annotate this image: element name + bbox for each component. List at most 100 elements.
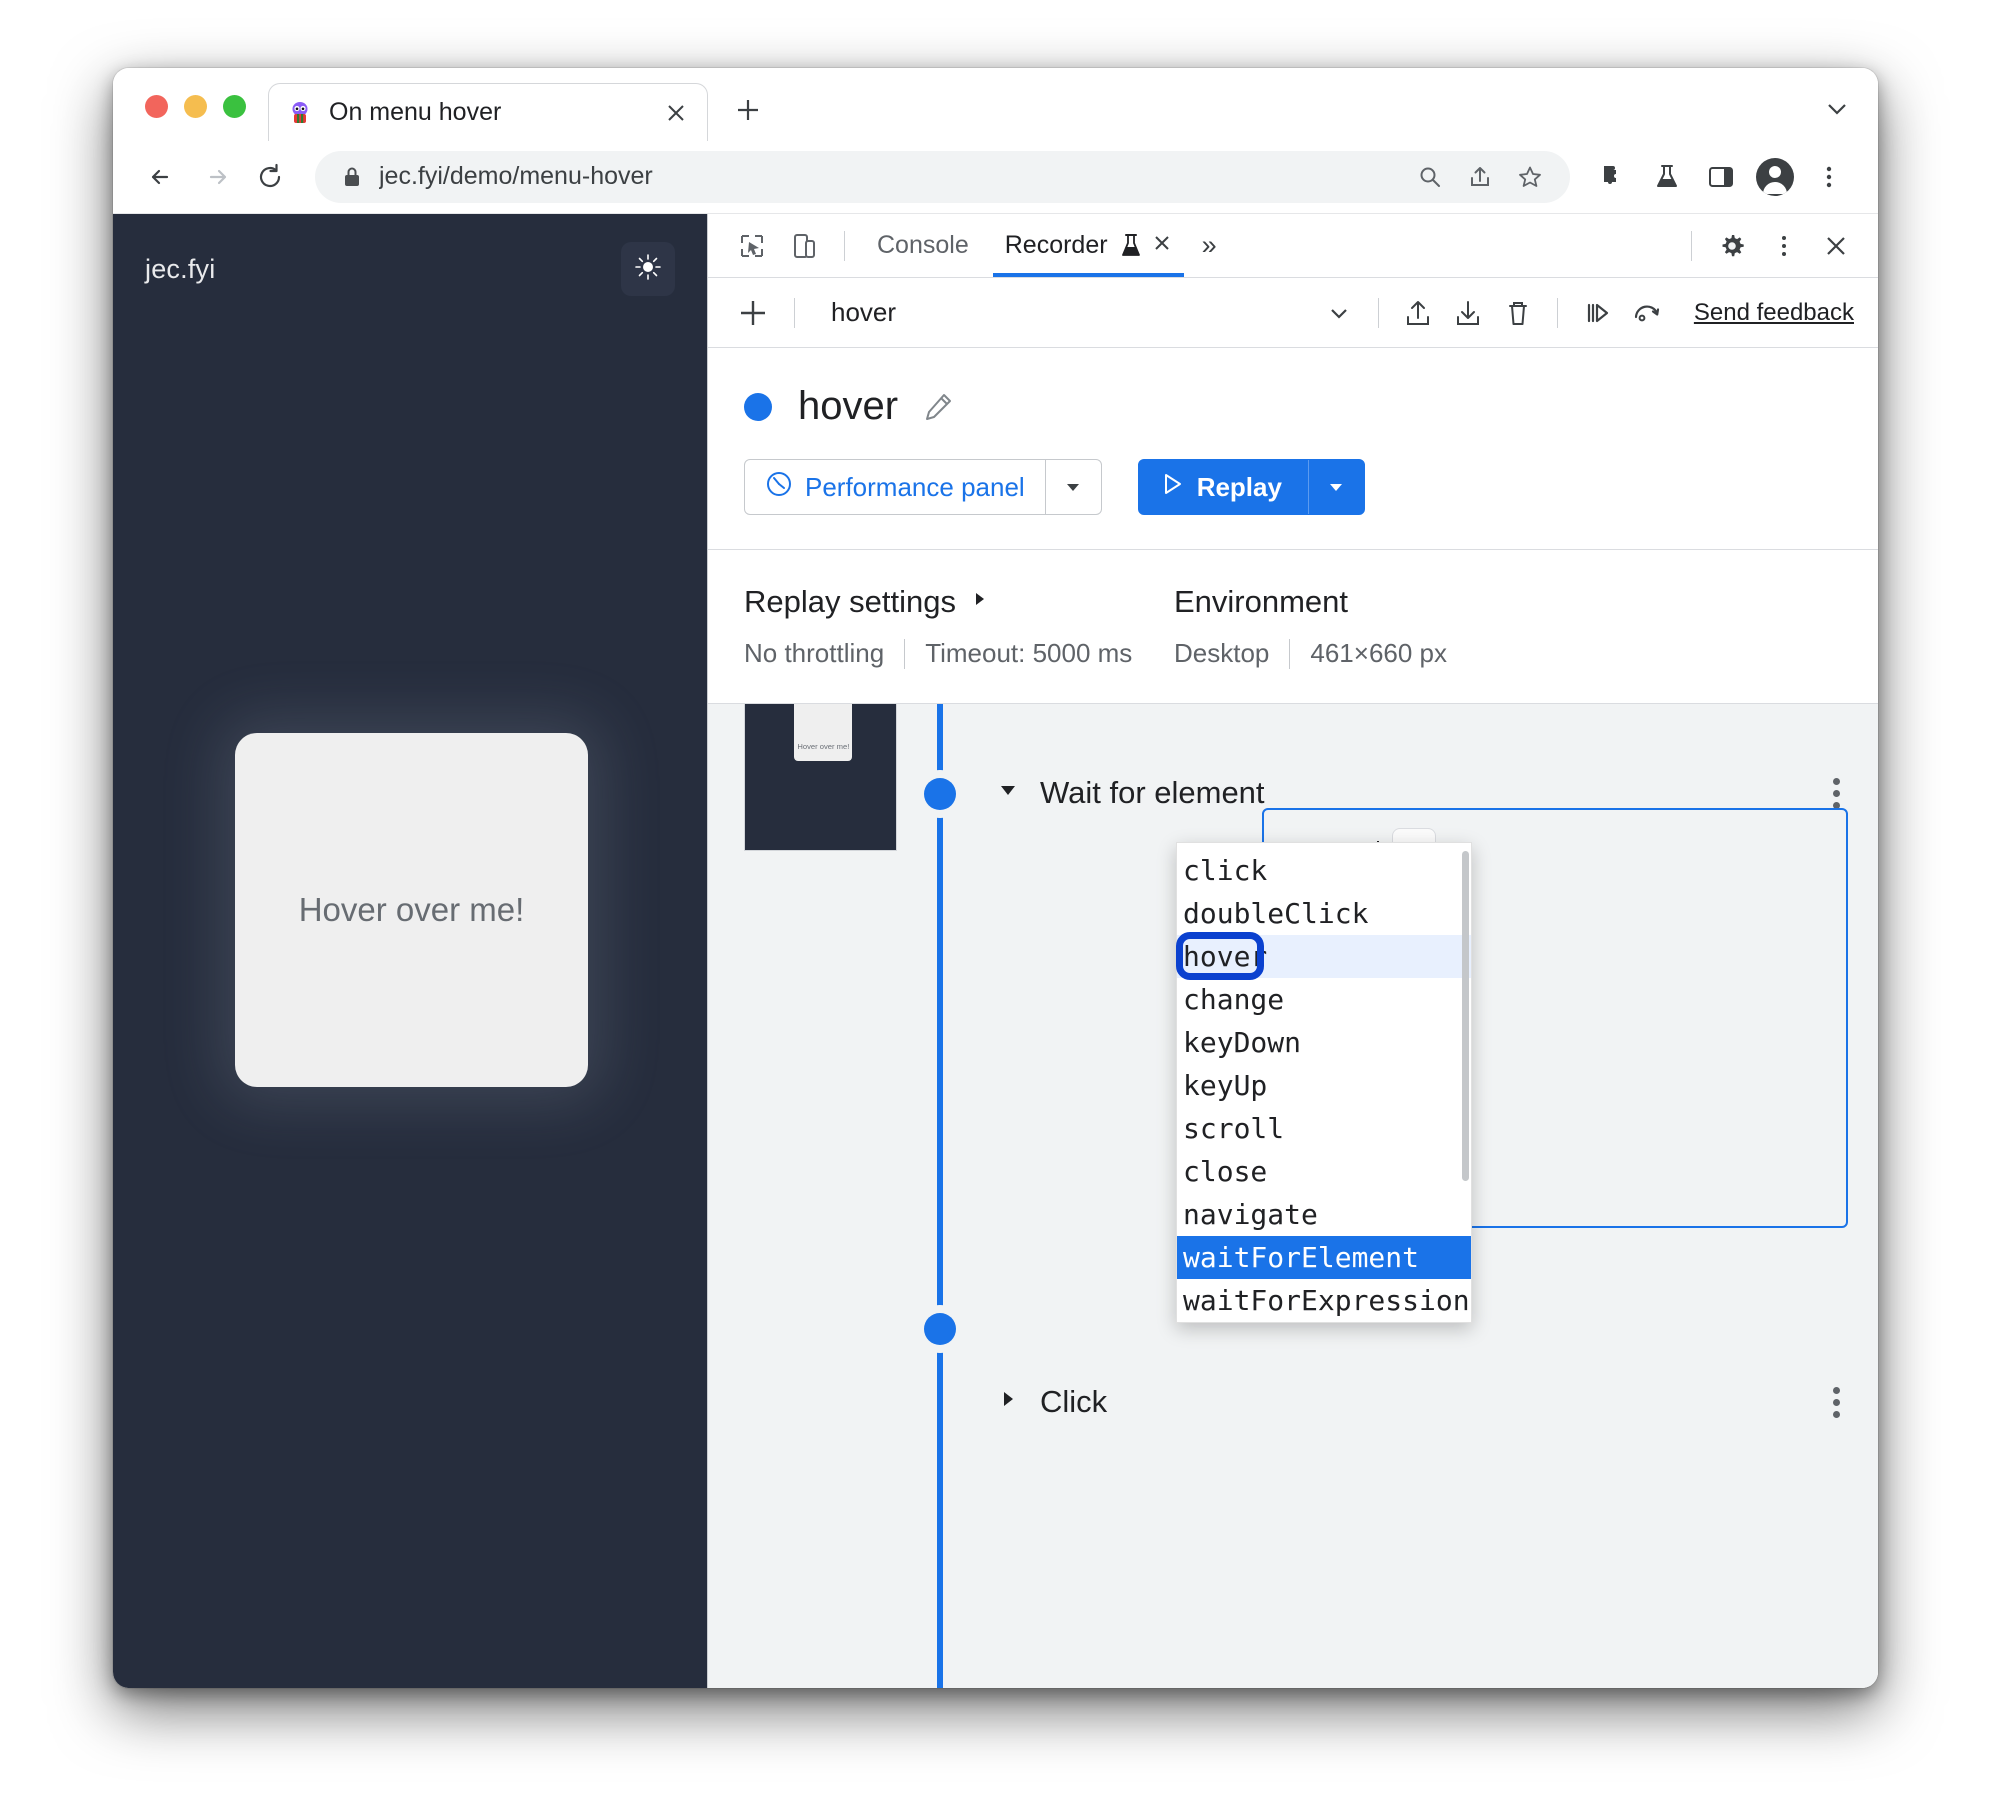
new-tab-button[interactable] <box>726 88 770 132</box>
step-node-wait-for-element[interactable] <box>924 778 956 810</box>
replay-main[interactable]: Replay <box>1139 460 1308 514</box>
export-download-icon[interactable] <box>1443 288 1493 338</box>
extensions-puzzle-icon[interactable] <box>1588 152 1638 202</box>
play-triangle-icon <box>1159 471 1185 504</box>
caret-down-icon[interactable] <box>998 780 1018 806</box>
chevron-down-icon[interactable] <box>1307 460 1364 514</box>
search-zoom-icon[interactable] <box>1408 155 1452 199</box>
tab-console-label: Console <box>877 231 969 259</box>
maximize-window-button[interactable] <box>223 95 246 118</box>
performance-panel-label: Performance panel <box>805 471 1025 502</box>
close-devtools-icon[interactable] <box>1810 220 1862 272</box>
thumbnail-card: Hover over me! <box>794 704 852 761</box>
arrow-right-icon[interactable] <box>189 150 243 204</box>
replay-settings-header[interactable]: Replay settings <box>744 584 1174 620</box>
performance-panel-main[interactable]: Performance panel <box>745 460 1045 514</box>
tab-strip: On menu hover <box>113 68 1878 141</box>
autocomplete-option-scroll[interactable]: scroll <box>1177 1107 1471 1150</box>
chevron-down-icon[interactable] <box>1822 94 1852 124</box>
performance-panel-button[interactable]: Performance panel <box>744 459 1102 515</box>
pencil-edit-icon[interactable] <box>922 391 954 423</box>
plus-icon[interactable] <box>726 286 780 340</box>
device-toolbar-icon[interactable] <box>778 220 830 272</box>
theme-toggle-button[interactable] <box>621 242 675 296</box>
throttling-value: No throttling <box>744 638 885 668</box>
inspect-cursor-icon[interactable] <box>726 220 778 272</box>
divider <box>1691 230 1692 261</box>
replay-button[interactable]: Replay <box>1137 459 1365 515</box>
close-icon[interactable] <box>1152 231 1172 260</box>
three-dot-menu-icon[interactable] <box>1758 220 1810 272</box>
performance-gauge-icon <box>765 470 793 505</box>
autocomplete-option-keydown[interactable]: keyDown <box>1177 1021 1471 1064</box>
arrow-left-icon[interactable] <box>135 150 189 204</box>
trash-icon[interactable] <box>1493 288 1543 338</box>
autocomplete-option-waitforexpression[interactable]: waitForExpression <box>1177 1279 1471 1322</box>
three-dot-menu-icon[interactable] <box>1804 152 1854 202</box>
chevron-down-icon[interactable] <box>1314 288 1364 338</box>
autocomplete-option-doubleclick[interactable]: doubleClick <box>1177 892 1471 935</box>
recording-title-row: hover <box>744 384 1878 429</box>
page-header: jec.fyi <box>113 214 707 296</box>
replay-slow-icon[interactable] <box>1622 288 1672 338</box>
browser-viewport: jec.fyi Hover over me! Console Recorder … <box>113 214 1878 1688</box>
recording-actions: Performance panel Replay <box>744 459 1878 515</box>
tab-recorder[interactable]: Recorder <box>987 215 1190 277</box>
recording-title: hover <box>798 384 899 428</box>
hover-target-card[interactable]: Hover over me! <box>235 733 588 1087</box>
recording-selector-label[interactable]: hover <box>831 297 896 328</box>
minimize-window-button[interactable] <box>184 95 207 118</box>
tab-title: On menu hover <box>329 98 502 126</box>
site-brand: jec.fyi <box>145 253 216 284</box>
close-icon[interactable] <box>661 98 691 128</box>
autocomplete-option-waitforelement[interactable]: waitForElement <box>1177 1236 1471 1279</box>
steps-timeline <box>937 704 943 1688</box>
address-bar[interactable]: jec.fyi/demo/menu-hover <box>315 150 1570 203</box>
screenshot-root: On menu hover jec.fyi/demo/menu-hover je… <box>0 0 1990 1816</box>
type-autocomplete-menu[interactable]: click doubleClick hover change keyDown k… <box>1176 842 1472 1323</box>
autocomplete-scrollbar[interactable] <box>1462 851 1469 1181</box>
step-node-click[interactable] <box>924 1313 956 1345</box>
browser-tab[interactable]: On menu hover <box>268 83 708 141</box>
puppeteer-favicon-icon <box>287 100 313 126</box>
environment-section: Environment Desktop 461×660 px <box>1174 584 1447 669</box>
autocomplete-option-keyup[interactable]: keyUp <box>1177 1064 1471 1107</box>
autocomplete-option-navigate[interactable]: navigate <box>1177 1193 1471 1236</box>
caret-right-icon[interactable] <box>998 1389 1018 1415</box>
divider <box>794 297 795 328</box>
hover-card-label: Hover over me! <box>298 891 525 928</box>
tab-console[interactable]: Console <box>859 215 987 277</box>
step-screenshot-thumbnail[interactable]: Hover over me! <box>744 704 897 851</box>
recording-header: hover Performance panel Replay <box>708 348 1878 550</box>
replay-step-icon[interactable] <box>1572 288 1622 338</box>
browser-toolbar: jec.fyi/demo/menu-hover <box>113 140 1878 214</box>
step-row[interactable]: Click <box>970 1365 1878 1439</box>
more-tabs-button[interactable]: » <box>1190 230 1229 261</box>
close-window-button[interactable] <box>145 95 168 118</box>
divider <box>844 230 845 261</box>
reload-icon[interactable] <box>243 150 297 204</box>
labs-flask-icon[interactable] <box>1642 152 1692 202</box>
recording-status-dot <box>744 392 772 421</box>
gear-icon[interactable] <box>1706 220 1758 272</box>
environment-title: Environment <box>1174 584 1349 619</box>
browser-window: On menu hover jec.fyi/demo/menu-hover je… <box>113 68 1878 1688</box>
autocomplete-option-hover[interactable]: hover <box>1177 935 1471 978</box>
import-upload-icon[interactable] <box>1393 288 1443 338</box>
three-dot-menu-icon[interactable] <box>1825 1381 1848 1424</box>
screenshot-column: Hover over me! <box>708 704 934 1688</box>
share-icon[interactable] <box>1458 155 1502 199</box>
web-page-content: jec.fyi Hover over me! <box>113 214 708 1688</box>
avatar <box>1756 157 1794 196</box>
autocomplete-option-click[interactable]: click <box>1177 849 1471 892</box>
side-panel-icon[interactable] <box>1696 152 1746 202</box>
address-bar-url: jec.fyi/demo/menu-hover <box>379 162 653 190</box>
autocomplete-option-close[interactable]: close <box>1177 1150 1471 1193</box>
profile-avatar-icon[interactable] <box>1750 152 1800 202</box>
send-feedback-link[interactable]: Send feedback <box>1694 299 1854 327</box>
chevron-down-icon[interactable] <box>1044 460 1101 514</box>
divider <box>1289 638 1291 669</box>
autocomplete-option-change[interactable]: change <box>1177 978 1471 1021</box>
lock-icon[interactable] <box>341 165 363 189</box>
star-icon[interactable] <box>1508 155 1552 199</box>
